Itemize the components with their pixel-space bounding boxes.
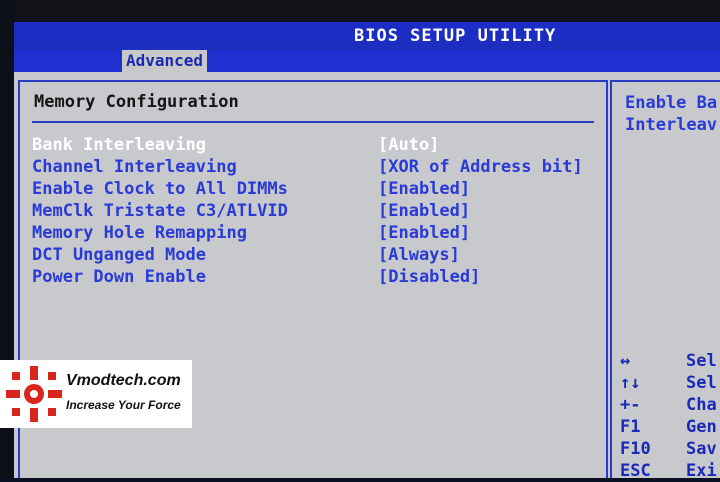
up-down-arrow-icon: ↑↓ [620, 373, 641, 393]
watermark-name: Vmodtech.com [66, 372, 181, 389]
setting-label: Memory Hole Remapping [32, 223, 247, 243]
bios-header: BIOS SETUP UTILITY [14, 22, 720, 50]
key-label: ESC [620, 461, 651, 481]
setting-memory-hole-remapping[interactable]: Memory Hole Remapping [Enabled] [32, 222, 592, 244]
key-hint-save: F10 Sav [620, 438, 720, 460]
setting-dct-unganged-mode[interactable]: DCT Unganged Mode [Always] [32, 244, 592, 266]
key-desc: Sel [686, 351, 717, 371]
key-label: F10 [620, 439, 651, 459]
tab-bar: Advanced [14, 50, 720, 72]
setting-value[interactable]: [Always] [378, 244, 460, 266]
setting-power-down-enable[interactable]: Power Down Enable [Disabled] [32, 266, 592, 288]
setting-memclk-tristate[interactable]: MemClk Tristate C3/ATLVID [Enabled] [32, 200, 592, 222]
section-title: Memory Configuration [34, 92, 239, 112]
key-desc: Sel [686, 373, 717, 393]
tab-advanced[interactable]: Advanced [122, 50, 208, 72]
setting-value[interactable]: [Enabled] [378, 222, 470, 244]
setting-value[interactable]: [Enabled] [378, 200, 470, 222]
vmodtech-logo-icon [6, 366, 62, 422]
setting-label: Power Down Enable [32, 267, 206, 287]
key-desc: Sav [686, 439, 717, 459]
key-label: F1 [620, 417, 641, 437]
setting-channel-interleaving[interactable]: Channel Interleaving [XOR of Address bit… [32, 156, 592, 178]
key-hint-help: F1 Gen [620, 416, 720, 438]
setting-value[interactable]: [XOR of Address bit] [378, 156, 583, 178]
setting-label: Channel Interleaving [32, 157, 237, 177]
key-hint-select-item: ↑↓ Sel [620, 372, 720, 394]
setting-value[interactable]: [Disabled] [378, 266, 480, 288]
left-right-arrow-icon: ↔ [620, 351, 631, 371]
watermark-logo: Vmodtech.com Increase Your Force [0, 360, 192, 428]
setting-enable-clock-all-dimms[interactable]: Enable Clock to All DIMMs [Enabled] [32, 178, 592, 200]
key-hint-select-screen: ↔ Sel [620, 350, 720, 372]
window-title: BIOS SETUP UTILITY [354, 26, 557, 46]
key-hint-exit: ESC Exi [620, 460, 720, 482]
key-hint-change: +- Cha [620, 394, 720, 416]
setting-label: Enable Clock to All DIMMs [32, 179, 288, 199]
setting-label: MemClk Tristate C3/ATLVID [32, 201, 288, 221]
key-desc: Gen [686, 417, 717, 437]
watermark-tagline: Increase Your Force [66, 398, 181, 412]
setting-value[interactable]: [Auto] [378, 134, 439, 156]
section-divider [32, 121, 594, 123]
setting-value[interactable]: [Enabled] [378, 178, 470, 200]
setting-bank-interleaving[interactable]: Bank Interleaving [Auto] [32, 134, 592, 156]
key-desc: Exi [686, 461, 717, 481]
plus-minus-icon: +- [620, 395, 641, 415]
help-text: Enable Ba Interleav [625, 93, 718, 135]
setting-label: DCT Unganged Mode [32, 245, 206, 265]
setting-label: Bank Interleaving [32, 135, 206, 155]
monitor-bezel-top [0, 0, 720, 22]
key-desc: Cha [686, 395, 717, 415]
